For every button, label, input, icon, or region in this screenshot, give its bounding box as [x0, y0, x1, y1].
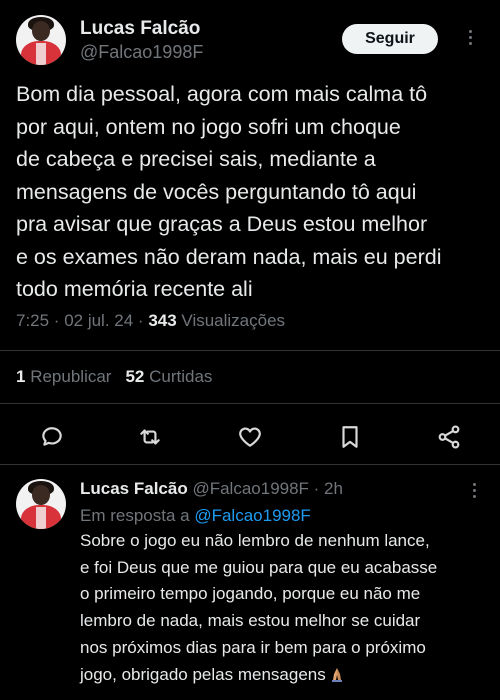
- reply-icon[interactable]: [37, 422, 67, 452]
- reply-author-avatar[interactable]: [16, 479, 66, 529]
- tweet-meta: 7:25 · 02 jul. 24 · 343 Visualizações: [16, 311, 285, 331]
- divider: [0, 464, 500, 465]
- reply-author-name[interactable]: Lucas Falcão: [80, 479, 188, 498]
- replying-prefix: Em resposta a: [80, 506, 195, 525]
- likes-label: Curtidas: [144, 367, 213, 386]
- views-label: Visualizações: [176, 311, 286, 330]
- tweet-header: Lucas Falcão @Falcao1998F Seguir: [0, 0, 500, 70]
- author-name[interactable]: Lucas Falcão: [80, 18, 200, 40]
- views-count: 343: [148, 311, 177, 330]
- reply-text-block: Sobre o jogo eu não lembro de nenhum lan…: [80, 528, 495, 688]
- likes-stat[interactable]: 52 Curtidas: [125, 367, 212, 386]
- reposts-stat[interactable]: 1 Republicar: [16, 367, 111, 386]
- action-bar: [0, 418, 500, 454]
- reply-text: Sobre o jogo eu não lembro de nenhum lan…: [80, 531, 438, 684]
- tweet-time[interactable]: 7:25 · 02 jul. 24 ·: [16, 311, 148, 330]
- author-avatar[interactable]: [16, 15, 66, 65]
- reposts-label: Republicar: [25, 367, 112, 386]
- author-handle[interactable]: @Falcao1998F: [80, 42, 203, 63]
- reply-author-line: Lucas Falcão @Falcao1998F · 2h: [80, 479, 343, 499]
- share-icon[interactable]: [434, 422, 464, 452]
- folded-hands-emoji: [331, 667, 342, 682]
- divider: [0, 403, 500, 404]
- reply-more-icon[interactable]: [464, 483, 484, 498]
- replying-to-link[interactable]: @Falcao1998F: [194, 506, 311, 525]
- tweet-stats: 1 Republicar 52 Curtidas: [16, 367, 212, 387]
- reply-author-handle[interactable]: @Falcao1998F: [192, 479, 309, 498]
- repost-icon[interactable]: [135, 422, 165, 452]
- likes-count: 52: [125, 367, 145, 386]
- tweet-text: Bom dia pessoal, agora com mais calma tô…: [16, 82, 442, 301]
- bookmark-icon[interactable]: [335, 422, 365, 452]
- divider: [0, 350, 500, 351]
- more-icon[interactable]: [460, 30, 480, 45]
- replying-to: Em resposta a @Falcao1998F: [80, 506, 311, 526]
- like-icon[interactable]: [235, 422, 265, 452]
- follow-button[interactable]: Seguir: [342, 24, 438, 54]
- reply-time[interactable]: · 2h: [309, 479, 343, 498]
